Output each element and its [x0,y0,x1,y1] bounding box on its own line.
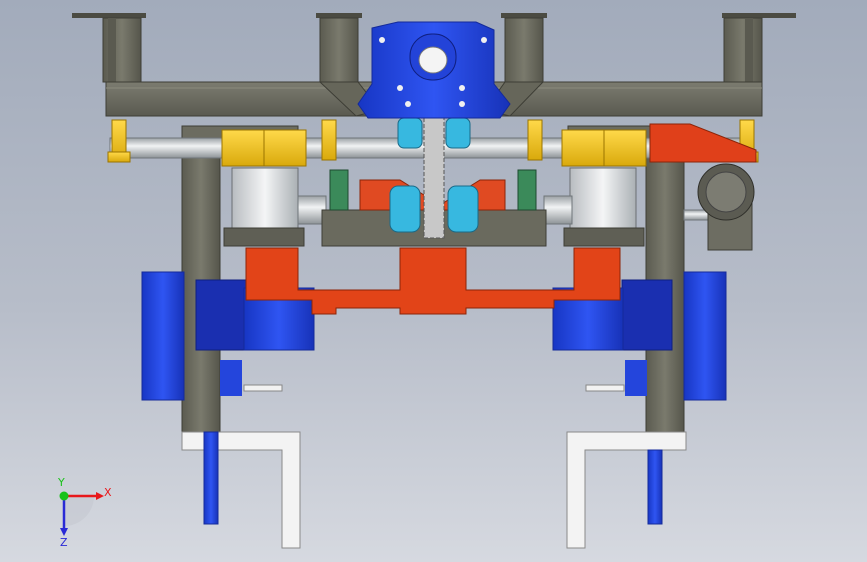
z-axis-label: Z [60,536,68,549]
bottom-slide-rails[interactable] [181,431,687,549]
y-axis-dot [59,491,69,501]
cad-viewport[interactable]: X Y Z [0,0,867,562]
assembly-model[interactable]: X Y Z [0,0,867,562]
x-axis-label: X [104,486,112,499]
axis-triad: X Y Z [57,476,112,549]
center-gear-housing[interactable] [321,117,547,247]
top-motor-mount[interactable] [357,21,511,119]
y-axis-label: Y [57,476,65,489]
